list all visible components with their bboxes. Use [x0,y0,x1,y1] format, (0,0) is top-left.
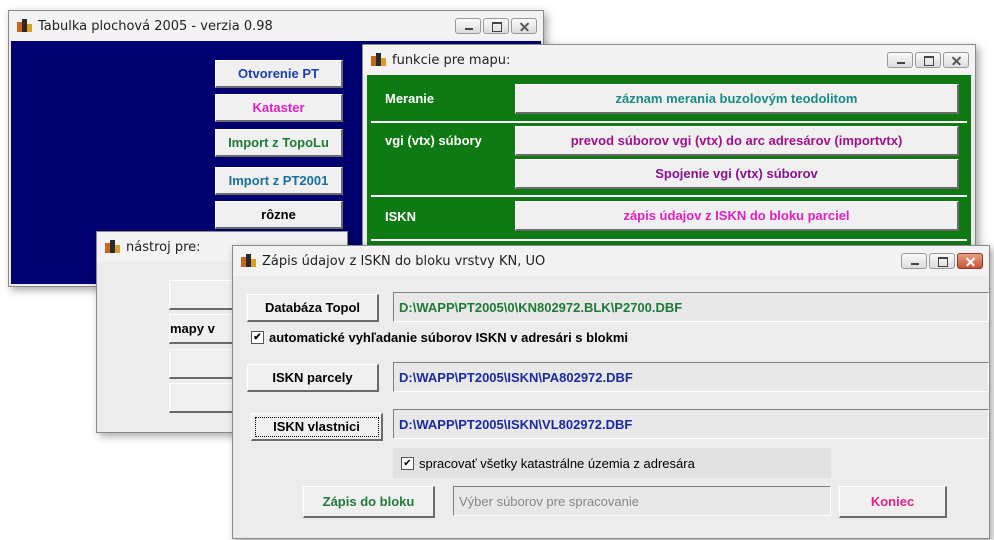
spojenie-vgi-button[interactable]: Spojenie vgi (vtx) súborov [515,159,959,189]
parcely-path-field[interactable]: D:\WAPP\PT2005\ISKN\PA802972.DBF [393,362,989,392]
map-functions-window: funkcie pre mapu: Meranie záznam merania… [362,44,976,252]
maximize-button[interactable] [929,253,955,269]
auto-search-checkbox[interactable]: ✔ automatické vyhľadanie súborov ISKN v … [251,330,628,345]
otvorenie-pt-button[interactable]: Otvorenie PT [215,60,343,88]
iskn-vlastnici-button[interactable]: ISKN vlastnici [251,413,383,441]
rozne-button[interactable]: rôzne [215,201,343,229]
meranie-label: Meranie [385,91,435,106]
app-icon [241,254,257,268]
app-icon [371,53,387,67]
all-territories-label: spracovať všetky katastrálne územia z ad… [419,456,695,471]
zaznam-merania-button[interactable]: záznam merania buzolovým teodolitom [515,84,959,114]
vgi-label: vgi (vtx) súbory [385,133,482,148]
import-pt2001-button[interactable]: Import z PT2001 [215,167,343,195]
all-territories-checkbox[interactable]: ✔ spracovať všetky katastrálne územia z … [401,456,695,471]
maximize-button[interactable] [915,52,941,68]
maximize-button[interactable] [483,18,509,34]
zapis-do-bloku-button[interactable]: Zápis do bloku [303,486,435,518]
section-divider [371,239,967,241]
zapis-iskn-button[interactable]: zápis údajov z ISKN do bloku parciel [515,201,959,231]
import-topolu-button[interactable]: Import z TopoLu [215,129,343,157]
auto-search-label: automatické vyhľadanie súborov ISKN v ad… [269,330,629,345]
iskn-parcely-button[interactable]: ISKN parcely [247,364,379,392]
close-button[interactable] [511,18,537,34]
kataster-button[interactable]: Kataster [215,94,343,122]
iskn-label: ISKN [385,209,417,224]
section-divider [371,195,967,197]
vlastnici-path-field[interactable]: D:\WAPP\PT2005\ISKN\VL802972.DBF [393,409,989,439]
koniec-button[interactable]: Koniec [839,486,947,518]
minimize-button[interactable] [901,253,927,269]
iskn-import-dialog: Zápis údajov z ISKN do bloku vrstvy KN, … [232,245,990,539]
main-window-titlebar[interactable]: Tabulka plochová 2005 - verzia 0.98 [9,11,543,41]
checkbox-checked-icon: ✔ [251,331,264,344]
mapy-button-label: mapy v [170,321,215,336]
map-functions-titlebar[interactable]: funkcie pre mapu: [363,45,975,75]
minimize-button[interactable] [887,52,913,68]
app-icon [17,19,33,33]
databaza-topol-button[interactable]: Databáza Topol [247,294,379,322]
app-icon [105,240,121,254]
minimize-button[interactable] [455,18,481,34]
checkbox-checked-icon: ✔ [401,457,414,470]
window-title: Tabulka plochová 2005 - verzia 0.98 [38,18,273,34]
section-divider [371,121,967,123]
prevod-vgi-button[interactable]: prevod súborov vgi (vtx) do arc adresáro… [515,126,959,156]
window-title: nástroj pre: [126,239,201,255]
window-title: funkcie pre mapu: [392,52,511,68]
window-title: Zápis údajov z ISKN do bloku vrstvy KN, … [262,253,546,269]
close-button[interactable] [943,52,969,68]
status-field: Výber súborov pre spracovanie [453,486,831,516]
databaza-path-field[interactable]: D:\WAPP\PT2005\0\KN802972.BLK\P2700.DBF [393,292,989,322]
close-button[interactable] [957,253,983,269]
iskn-dialog-titlebar[interactable]: Zápis údajov z ISKN do bloku vrstvy KN, … [233,246,989,276]
